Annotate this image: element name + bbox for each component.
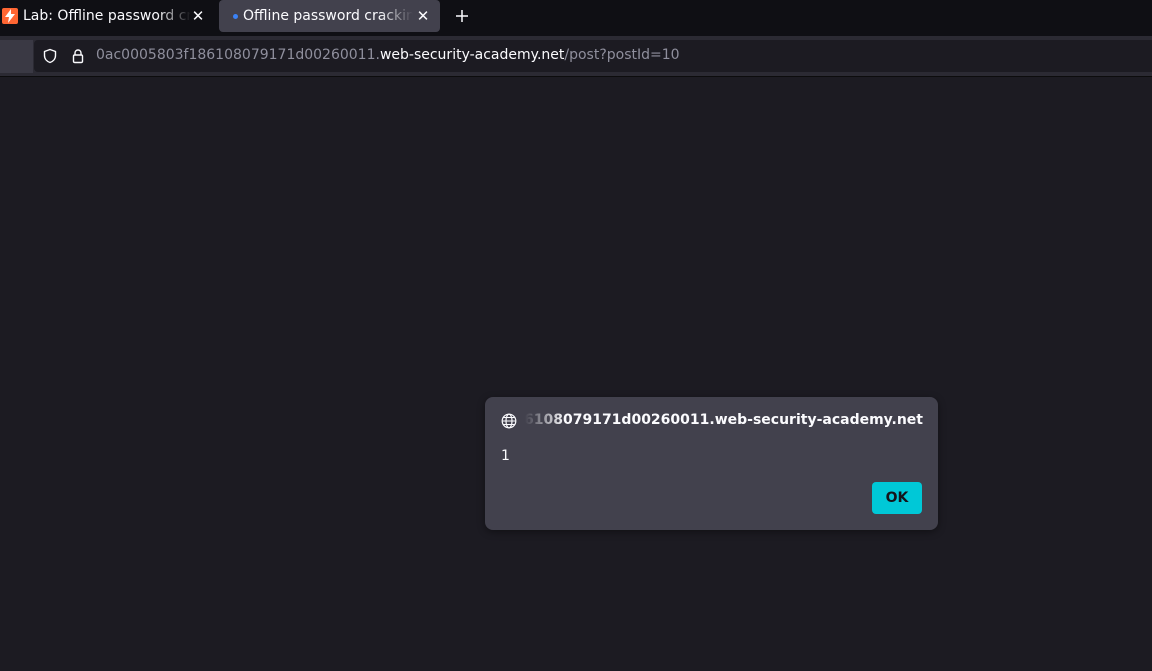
url-subdomain: 0ac0005803f186108079171d00260011. bbox=[96, 47, 380, 63]
tab-strip: Lab: Offline password cracking ✕ Offline… bbox=[0, 0, 1152, 36]
tab-title: Lab: Offline password cracking bbox=[23, 8, 191, 24]
url-domain: web-security-academy.net bbox=[379, 47, 565, 63]
ok-button[interactable]: OK bbox=[872, 482, 922, 514]
tab-title: Offline password cracking bbox=[243, 8, 413, 24]
page-content bbox=[0, 77, 1152, 671]
close-icon[interactable]: ✕ bbox=[414, 7, 432, 25]
tab-offline-password-cracking[interactable]: Offline password cracking ✕ bbox=[219, 0, 440, 32]
url-text[interactable]: 0ac0005803f186108079171d00260011.web-sec… bbox=[96, 47, 680, 63]
alert-dialog: 0ac0005803f186108079171d00260011.web-sec… bbox=[485, 397, 938, 530]
address-bar[interactable]: 0ac0005803f186108079171d00260011.web-sec… bbox=[34, 40, 1152, 72]
portswigger-lightning-icon bbox=[2, 8, 18, 24]
lock-icon[interactable] bbox=[70, 48, 86, 64]
tab-lab[interactable]: Lab: Offline password cracking ✕ bbox=[0, 0, 212, 32]
dialog-message: 1 bbox=[501, 448, 510, 464]
dialog-origin: 0ac0005803f186108079171d00260011.web-sec… bbox=[525, 412, 923, 428]
navigation-toolbar: 0ac0005803f186108079171d00260011.web-sec… bbox=[0, 36, 1152, 77]
new-tab-button[interactable] bbox=[452, 6, 472, 26]
toolbar-button[interactable] bbox=[0, 40, 33, 73]
plus-icon bbox=[456, 10, 468, 22]
close-icon[interactable]: ✕ bbox=[189, 7, 207, 25]
shield-icon[interactable] bbox=[42, 48, 58, 64]
loading-dot-icon bbox=[233, 13, 238, 19]
url-path: /post?postId=10 bbox=[564, 47, 680, 63]
globe-icon bbox=[501, 413, 517, 429]
origin-fade bbox=[525, 410, 565, 430]
